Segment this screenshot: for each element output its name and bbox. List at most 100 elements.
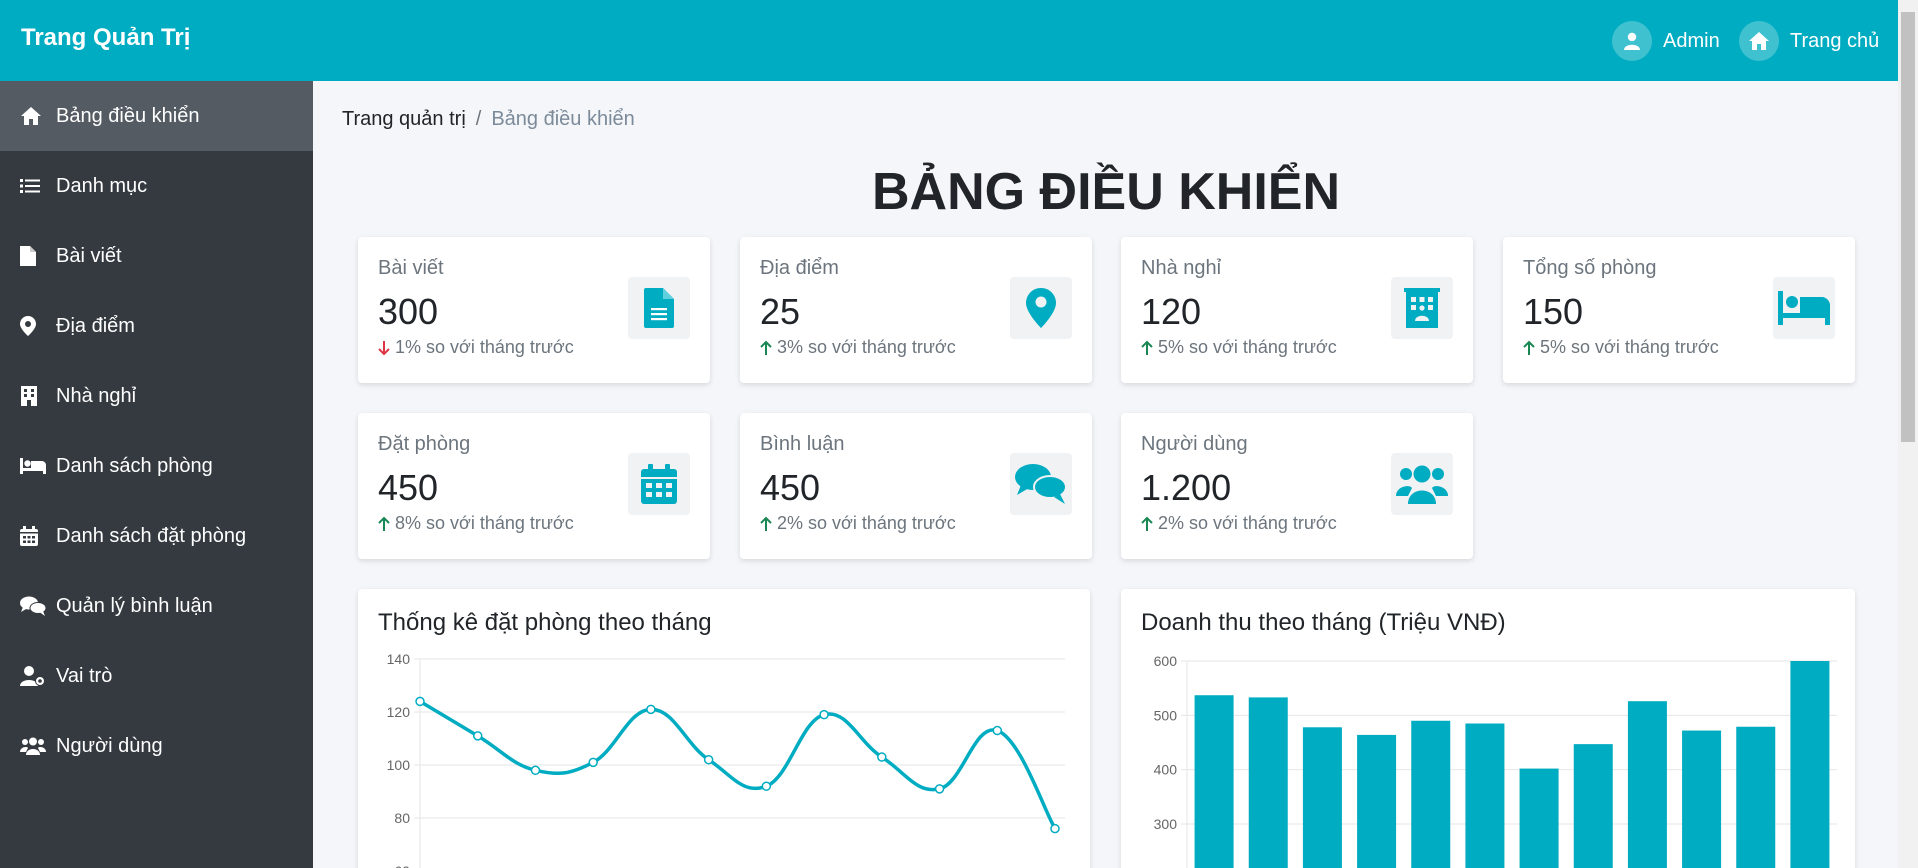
sidebar-item-label: Nhà nghỉ bbox=[56, 384, 137, 407]
sidebar-item-label: Vai trò bbox=[56, 664, 113, 687]
bed-icon bbox=[1773, 277, 1835, 339]
bookings-line-chart: 140 120 100 80 60 bbox=[387, 651, 1065, 868]
sidebar-item-rooms[interactable]: Danh sách phòng bbox=[0, 431, 313, 501]
home-link[interactable]: Trang chủ bbox=[1739, 21, 1879, 61]
bar bbox=[1736, 726, 1776, 868]
hotel-icon bbox=[1391, 277, 1453, 339]
breadcrumb-current: Bảng điều khiển bbox=[491, 108, 635, 130]
sidebar-item-label: Bài viết bbox=[56, 244, 122, 267]
breadcrumb-separator: / bbox=[475, 108, 482, 130]
stat-card-posts[interactable]: Bài viết 300 1% so với tháng trước bbox=[358, 237, 710, 383]
arrow-up-icon bbox=[378, 516, 390, 531]
calendar-icon bbox=[628, 453, 690, 515]
bar bbox=[1411, 720, 1451, 868]
top-navbar: Trang Quản Trị Admin Trang chủ bbox=[0, 0, 1898, 81]
y-tick-label: 80 bbox=[394, 810, 410, 826]
sidebar-item-dashboard[interactable]: Bảng điều khiển bbox=[0, 81, 313, 151]
page-scrollbar[interactable] bbox=[1898, 0, 1918, 868]
stat-card-users[interactable]: Người dùng 1.200 2% so với tháng trước bbox=[1121, 413, 1473, 559]
stat-change: 8% so với tháng trước bbox=[378, 513, 574, 534]
stat-card-locations[interactable]: Địa điểm 25 3% so với tháng trước bbox=[740, 237, 1092, 383]
scrollbar-thumb[interactable] bbox=[1901, 12, 1915, 442]
bar bbox=[1790, 661, 1830, 868]
building-icon bbox=[20, 386, 46, 406]
sidebar-item-label: Người dùng bbox=[56, 734, 163, 757]
sidebar-item-roles[interactable]: Vai trò bbox=[0, 641, 313, 711]
stat-change: 2% so với tháng trước bbox=[760, 513, 956, 534]
sidebar-item-label: Danh sách đặt phòng bbox=[56, 524, 247, 547]
user-circle-icon bbox=[1612, 21, 1652, 61]
data-point bbox=[761, 781, 772, 791]
stat-label: Địa điểm bbox=[760, 257, 839, 279]
users-icon bbox=[1391, 453, 1453, 515]
bar bbox=[1627, 701, 1667, 868]
sidebar-item-posts[interactable]: Bài viết bbox=[0, 221, 313, 291]
home-icon bbox=[1739, 21, 1779, 61]
y-tick-label: 400 bbox=[1154, 762, 1178, 778]
data-point bbox=[877, 752, 887, 762]
stat-card-bookings[interactable]: Đặt phòng 450 8% so với tháng trước bbox=[358, 413, 710, 559]
bookings-chart-card: Thống kê đặt phòng theo tháng 140 120 100 8… bbox=[358, 589, 1090, 868]
sidebar-item-bookings[interactable]: Danh sách đặt phòng bbox=[0, 501, 313, 571]
stat-change: 5% so với tháng trước bbox=[1523, 337, 1719, 358]
data-point bbox=[819, 709, 829, 720]
stat-card-hotels[interactable]: Nhà nghỉ 120 5% so với tháng trước bbox=[1121, 237, 1473, 383]
sidebar: Bảng điều khiển Danh mục Bài viết Địa đi… bbox=[0, 81, 313, 868]
arrow-up-icon bbox=[760, 340, 772, 355]
stat-card-rooms[interactable]: Tổng số phòng 150 5% so với tháng trước bbox=[1503, 237, 1855, 383]
sidebar-item-users[interactable]: Người dùng bbox=[0, 711, 313, 781]
y-tick-label: 600 bbox=[1154, 653, 1178, 669]
home-icon bbox=[20, 106, 46, 126]
sidebar-item-comments[interactable]: Quản lý bình luận bbox=[0, 571, 313, 641]
sidebar-item-hotels[interactable]: Nhà nghỉ bbox=[0, 361, 313, 431]
stat-card-comments[interactable]: Bình luận 450 2% so với tháng trước bbox=[740, 413, 1092, 559]
bar bbox=[1682, 730, 1722, 868]
brand-title[interactable]: Trang Quản Trị bbox=[21, 24, 190, 52]
data-point bbox=[992, 725, 1003, 736]
sidebar-item-label: Bảng điều khiển bbox=[56, 104, 200, 127]
arrow-up-icon bbox=[1141, 340, 1153, 355]
comments-icon bbox=[20, 596, 46, 616]
user-cog-icon bbox=[20, 666, 46, 686]
data-point bbox=[472, 731, 483, 741]
stat-change: 3% so với tháng trước bbox=[760, 337, 956, 358]
data-point bbox=[415, 696, 425, 707]
revenue-bar-chart: 600 500 400 300 bbox=[1154, 653, 1837, 868]
bar bbox=[1519, 768, 1559, 868]
bar bbox=[1302, 727, 1342, 868]
bar bbox=[1194, 695, 1234, 868]
bar bbox=[1465, 723, 1505, 868]
y-tick-label: 140 bbox=[387, 651, 411, 667]
breadcrumb-root-link[interactable]: Trang quản trị bbox=[342, 108, 466, 131]
users-icon bbox=[20, 737, 46, 755]
sidebar-item-categories[interactable]: Danh mục bbox=[0, 151, 313, 221]
bar bbox=[1248, 697, 1288, 868]
data-point bbox=[934, 784, 945, 794]
calendar-icon bbox=[20, 526, 46, 546]
y-tick-label: 120 bbox=[387, 704, 411, 720]
data-point bbox=[646, 704, 656, 715]
y-tick-label: 300 bbox=[1154, 816, 1178, 832]
stat-label: Nhà nghỉ bbox=[1141, 257, 1222, 279]
stat-label: Đặt phòng bbox=[378, 433, 471, 455]
stat-change: 2% so với tháng trước bbox=[1141, 513, 1337, 534]
arrow-up-icon bbox=[1523, 340, 1535, 355]
admin-label: Admin bbox=[1663, 29, 1720, 52]
breadcrumb: Trang quản trị / Bảng điều khiển bbox=[342, 108, 635, 131]
sidebar-item-label: Địa điểm bbox=[56, 314, 135, 337]
stat-value: 25 bbox=[760, 291, 801, 332]
revenue-chart-card: Doanh thu theo tháng (Triệu VNĐ) 600 500 4… bbox=[1121, 589, 1855, 868]
sidebar-item-locations[interactable]: Địa điểm bbox=[0, 291, 313, 361]
map-marker-icon bbox=[20, 316, 46, 336]
stat-value: 1.200 bbox=[1141, 467, 1232, 508]
bed-icon bbox=[20, 458, 46, 474]
admin-menu[interactable]: Admin bbox=[1612, 21, 1720, 61]
data-point bbox=[1050, 823, 1060, 834]
bar bbox=[1573, 744, 1613, 868]
map-marker-icon bbox=[1010, 277, 1072, 339]
file-alt-icon bbox=[628, 277, 690, 339]
sidebar-item-label: Danh sách phòng bbox=[56, 454, 213, 477]
comments-icon bbox=[1010, 453, 1072, 515]
stat-label: Tổng số phòng bbox=[1523, 257, 1657, 279]
stat-value: 150 bbox=[1523, 291, 1584, 332]
